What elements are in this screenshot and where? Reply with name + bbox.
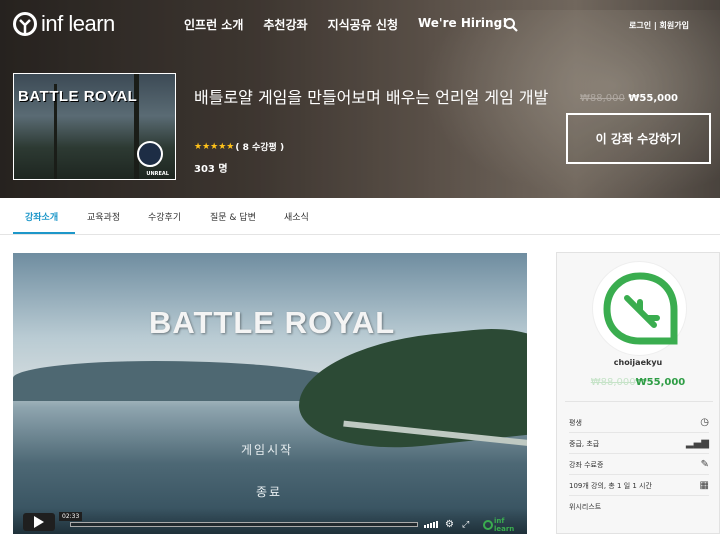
video-menu-start: 게임시작 bbox=[241, 443, 294, 457]
video-menu-end: 종료 bbox=[256, 485, 283, 499]
video-watermark: inf learn bbox=[483, 517, 527, 533]
login-signup-link[interactable]: 로그인 | 회원가입 bbox=[629, 20, 689, 31]
main-menu: 인프런 소개 추천강좌 지식공유 신청 We're Hiring! bbox=[184, 16, 528, 33]
leaf-logo-icon bbox=[603, 272, 678, 345]
settings-gear-icon[interactable]: ⚙ bbox=[445, 519, 454, 530]
instructor-avatar[interactable] bbox=[592, 261, 687, 356]
rating: ★★★★★ ( 8 수강평 ) bbox=[194, 140, 284, 154]
info-row-certificate: 강좌 수료증 ✎ bbox=[569, 455, 709, 475]
card-price: ₩88,000₩55,000 bbox=[557, 377, 719, 388]
certificate-icon: ✎ bbox=[700, 459, 709, 470]
video-controls: 02:33 ⚙ ⤢ inf learn bbox=[13, 508, 527, 534]
original-price: ₩88,000 bbox=[580, 93, 625, 104]
video-player[interactable]: BATTLE ROYAL 게임시작 종료 02:33 ⚙ ⤢ inf learn bbox=[13, 253, 527, 534]
course-thumbnail: BATTLE ROYAL UNREAL bbox=[13, 73, 176, 180]
unreal-logo-icon bbox=[137, 141, 163, 167]
info-label-level: 중급, 초급 bbox=[569, 439, 600, 448]
watermark-logo-icon bbox=[483, 520, 493, 530]
menu-item-recommended[interactable]: 추천강좌 bbox=[263, 16, 307, 33]
course-title: 배틀로얄 게임을 만들어보며 배우는 언리얼 게임 개발 bbox=[194, 88, 549, 107]
tab-intro[interactable]: 강좌소개 bbox=[25, 210, 58, 223]
inflearn-logo[interactable]: inf learn bbox=[12, 9, 115, 39]
video-title: BATTLE ROYAL bbox=[149, 305, 396, 340]
video-progress-bar[interactable] bbox=[70, 522, 418, 527]
menu-item-instructor-apply[interactable]: 지식공유 신청 bbox=[328, 16, 398, 33]
grid-icon: ▦ bbox=[699, 480, 709, 491]
card-divider bbox=[565, 401, 713, 402]
instructor-name[interactable]: choijaekyu bbox=[557, 358, 719, 367]
thumbnail-title: BATTLE ROYAL bbox=[18, 88, 138, 105]
review-count[interactable]: ( 8 수강평 ) bbox=[235, 140, 284, 153]
enroll-button[interactable]: 이 강좌 수강하기 bbox=[566, 113, 711, 164]
tab-qna[interactable]: 질문 & 답변 bbox=[210, 210, 256, 223]
course-tabs: 강좌소개 교육과정 수강후기 질문 & 답변 새소식 bbox=[0, 198, 720, 235]
bar-chart-icon: ▂▄▆ bbox=[685, 438, 709, 449]
info-label-wishlist: 위시리스트 bbox=[569, 503, 602, 511]
menu-item-hiring[interactable]: We're Hiring! bbox=[418, 16, 508, 33]
unreal-label: UNREAL bbox=[146, 171, 169, 177]
fullscreen-icon[interactable]: ⤢ bbox=[462, 520, 469, 530]
instructor-card: choijaekyu ₩88,000₩55,000 평생 ◷ 중급, 초급 ▂▄… bbox=[556, 252, 720, 534]
search-icon[interactable] bbox=[503, 17, 519, 33]
star-icon: ★★★★★ bbox=[194, 141, 235, 152]
video-timecode: 02:33 bbox=[59, 512, 83, 521]
student-count: 303 명 bbox=[194, 164, 228, 175]
card-original-price: ₩88,000 bbox=[590, 377, 636, 388]
info-row-level: 중급, 초급 ▂▄▆ bbox=[569, 434, 709, 454]
video-mountain bbox=[13, 361, 343, 401]
info-label-lectures: 109개 강의, 총 1 일 1 시간 bbox=[569, 481, 652, 490]
logo-text: inf learn bbox=[41, 11, 115, 36]
watermark-text: inf learn bbox=[493, 517, 515, 533]
logo-icon bbox=[13, 12, 37, 36]
info-label-certificate: 강좌 수료증 bbox=[569, 460, 604, 469]
info-label-duration: 평생 bbox=[569, 418, 582, 427]
active-tab-indicator bbox=[13, 232, 75, 234]
info-row-wishlist[interactable]: 위시리스트 bbox=[569, 497, 709, 517]
info-row-duration: 평생 ◷ bbox=[569, 413, 709, 433]
card-sale-price: ₩55,000 bbox=[635, 377, 686, 388]
clock-icon: ◷ bbox=[700, 417, 709, 428]
tab-news[interactable]: 새소식 bbox=[284, 210, 309, 223]
top-nav: inf learn 인프런 소개 추천강좌 지식공유 신청 We're Hiri… bbox=[0, 0, 720, 50]
volume-icon[interactable] bbox=[424, 521, 438, 528]
tab-curriculum[interactable]: 교육과정 bbox=[87, 210, 120, 223]
hero-price: ₩88,000 ₩55,000 bbox=[580, 93, 678, 104]
tab-reviews[interactable]: 수강후기 bbox=[148, 210, 181, 223]
sale-price: ₩55,000 bbox=[628, 93, 678, 104]
info-row-lectures: 109개 강의, 총 1 일 1 시간 ▦ bbox=[569, 476, 709, 496]
play-button[interactable] bbox=[23, 513, 55, 531]
menu-item-about[interactable]: 인프런 소개 bbox=[184, 16, 243, 33]
